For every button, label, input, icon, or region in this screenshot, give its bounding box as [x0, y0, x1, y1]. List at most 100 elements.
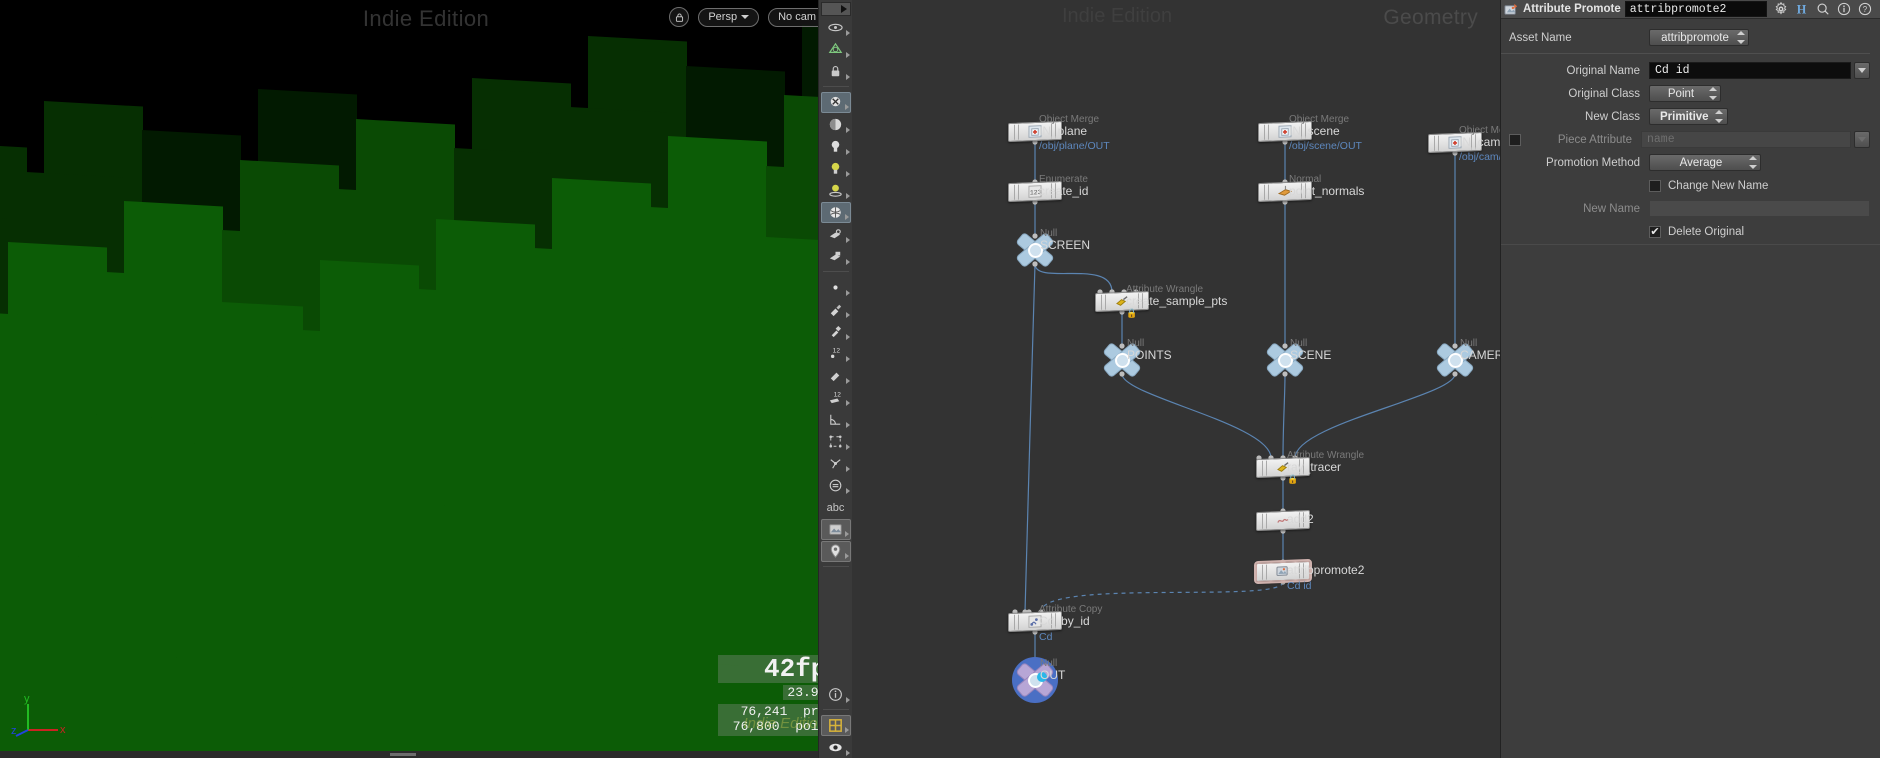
axis-gizmo-icon: x y z — [11, 693, 66, 737]
original-class-value: Point — [1667, 87, 1695, 100]
display-eye-icon[interactable] — [821, 737, 851, 758]
promotion-method-menu[interactable]: Average — [1649, 154, 1761, 171]
spinner-icon[interactable] — [1715, 110, 1724, 123]
node-path-label: /obj/plane/OUT — [1039, 140, 1110, 152]
disc-icon[interactable] — [821, 475, 851, 496]
new-class-menu[interactable]: Primitive — [1649, 108, 1728, 125]
environment-light-icon[interactable] — [820, 202, 851, 223]
network-node[interactable]: Null POINTS — [1102, 338, 1172, 379]
network-node[interactable]: Null SCENE — [1265, 338, 1331, 379]
viewport-render-canvas[interactable] — [0, 0, 852, 758]
network-node[interactable]: attribpromote2 Cd id — [1256, 560, 1364, 592]
parameter-pane-empty-area — [1501, 244, 1880, 758]
number-12-icon[interactable]: 12 — [821, 343, 851, 364]
eyedropper-icon[interactable] — [821, 321, 851, 342]
ambient-light-icon[interactable] — [821, 180, 851, 201]
viewport-bottom-scrollbar[interactable] — [0, 751, 852, 758]
network-node[interactable]: Object MergeIN_camOrigin/obj/cam/camOrig… — [1428, 125, 1500, 163]
network-node[interactable]: Object Merge IN_scene/obj/scene/OUT — [1258, 114, 1362, 152]
camera-icon[interactable] — [821, 224, 851, 245]
measure-12-icon[interactable]: 12 — [821, 387, 851, 408]
info-icon[interactable] — [1837, 2, 1851, 16]
material-sphere-icon[interactable] — [821, 114, 851, 135]
node-label: Enumerate create_id — [1039, 174, 1088, 198]
text-abc-label: abc — [826, 501, 845, 514]
spinner-icon[interactable] — [1708, 87, 1717, 100]
parameter-pane-header: Attribute Promote attribpromote2 H ? — [1501, 0, 1880, 19]
bounding-box-icon[interactable] — [821, 431, 851, 452]
image-plane-icon[interactable] — [820, 519, 851, 540]
parameter-pane-title: Attribute Promote — [1523, 3, 1621, 15]
change-new-name-checkbox[interactable] — [1649, 179, 1661, 192]
delete-original-checkbox[interactable]: ✔ — [1649, 225, 1661, 238]
network-node[interactable]: Attribute Copy Cd_by_id Cd — [1008, 604, 1102, 643]
parameter-rows: Asset Name attribpromote Original Name C… — [1501, 19, 1880, 244]
node-connection-wire — [1294, 373, 1456, 459]
text-abc-icon[interactable]: abc — [821, 497, 851, 518]
node-name-label: SCREEN — [1040, 238, 1091, 252]
network-wires — [1012, 139, 1458, 669]
view-layers-icon[interactable] — [821, 17, 851, 38]
asset-name-row: Asset Name attribpromote — [1501, 27, 1870, 48]
viewport-layout-icon[interactable] — [820, 715, 851, 736]
spinner-icon[interactable] — [1736, 31, 1745, 44]
network-node[interactable]: Attribute Wrangle create_sample_pts 🔒 — [1095, 284, 1227, 318]
node-label: Null OUT — [1040, 658, 1065, 682]
attribute-promote-icon — [1504, 2, 1519, 17]
piece-attribute-dropdown-icon[interactable] — [1854, 131, 1870, 148]
paint-brush-icon[interactable] — [821, 299, 851, 320]
viewport-view-mode-button[interactable]: Persp — [698, 7, 760, 27]
node-label: Normal point_normals — [1289, 174, 1364, 198]
network-node[interactable]: Null SCREEN — [1015, 228, 1090, 269]
help-icon[interactable]: ? — [1858, 2, 1872, 16]
light-bulb-icon[interactable] — [821, 136, 851, 157]
network-node[interactable]: Normal point_normals — [1258, 174, 1364, 203]
new-name-input[interactable] — [1649, 200, 1870, 217]
network-editor[interactable]: Indie Edition Geometry Object Merge IN_pl… — [852, 0, 1500, 758]
node-name-label: SCENE — [1290, 348, 1332, 362]
soft-brush-icon[interactable] — [821, 365, 851, 386]
node-path-label: /obj/cam/camOrigin — [1459, 151, 1500, 163]
piece-attribute-input[interactable]: name — [1641, 131, 1851, 148]
change-new-name-row: Change New Name — [1501, 175, 1870, 196]
network-node[interactable]: Object Merge IN_plane/obj/plane/OUT — [1008, 114, 1110, 152]
lock-icon[interactable] — [821, 61, 851, 82]
angle-measure-icon[interactable] — [821, 409, 851, 430]
info-icon[interactable] — [821, 684, 851, 705]
network-node[interactable]: Attribute Wrangle ray_tracer 🔒 — [1256, 450, 1364, 484]
marker-pin-icon[interactable] — [820, 541, 851, 562]
gear-icon[interactable] — [1774, 1, 1788, 16]
node-name-input[interactable]: attribpromote2 — [1624, 1, 1767, 17]
original-name-dropdown-icon[interactable] — [1854, 62, 1870, 79]
node-label: Null SCENE — [1290, 338, 1331, 362]
chevron-down-icon — [741, 15, 750, 19]
houdini-window: Indie Edition Persp No cam 42fps 23.95ms… — [0, 0, 1880, 758]
toolbar-collapse-button[interactable] — [820, 2, 851, 16]
network-node[interactable]: NullCAMERA — [1435, 338, 1500, 379]
point-light-icon[interactable] — [821, 158, 851, 179]
asset-name-label: Asset Name — [1509, 31, 1572, 44]
new-class-label: New Class — [1585, 110, 1640, 123]
camera-mount-icon[interactable] — [821, 246, 851, 267]
toolbar-separator — [822, 566, 849, 567]
node-name-label: add2 — [1287, 512, 1314, 526]
network-node[interactable]: Null OUT — [1012, 657, 1065, 703]
spinner-icon[interactable] — [1748, 156, 1757, 169]
search-icon[interactable] — [1816, 2, 1830, 16]
viewport-camera-label: No cam — [778, 11, 816, 23]
asset-name-menu[interactable]: attribpromote — [1649, 29, 1749, 46]
select-geometry-icon[interactable] — [821, 39, 851, 60]
network-node[interactable]: 123 Enumerate create_id — [1008, 174, 1088, 203]
point-icon[interactable] — [821, 277, 851, 298]
normals-icon[interactable] — [821, 453, 851, 474]
node-name-label: ray_tracer — [1287, 460, 1342, 474]
original-name-input[interactable]: Cd id — [1649, 62, 1851, 79]
original-class-menu[interactable]: Point — [1649, 85, 1721, 102]
houdini-h-icon[interactable]: H — [1795, 2, 1809, 16]
piece-attribute-row: Piece Attribute name — [1501, 129, 1870, 150]
node-attribute-label: Cd id — [1287, 580, 1312, 592]
no-selection-icon[interactable] — [820, 92, 851, 113]
node-connection-wire — [1034, 263, 1113, 293]
scene-viewport[interactable]: Indie Edition Persp No cam 42fps 23.95ms… — [0, 0, 852, 758]
network-node[interactable]: add2 — [1256, 509, 1314, 532]
